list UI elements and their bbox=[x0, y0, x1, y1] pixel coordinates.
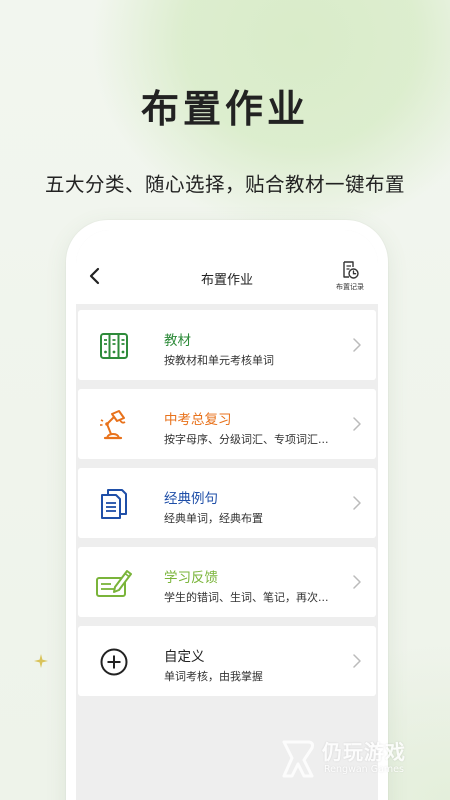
icon-container bbox=[94, 405, 134, 445]
watermark-name: 仍玩游戏 bbox=[322, 740, 406, 764]
phone-mockup: 布置作业 布置记录 教材 按教材和单元考核单词 中考总复习 按字母序、分级词汇、… bbox=[66, 220, 388, 800]
category-exam-review[interactable]: 中考总复习 按字母序、分级词汇、专项词汇... bbox=[78, 389, 376, 459]
category-desc: 单词考核，由我掌握 bbox=[164, 670, 263, 683]
category-title: 学习反馈 bbox=[164, 570, 218, 586]
icon-container bbox=[94, 484, 134, 524]
pen-note-icon bbox=[96, 570, 132, 597]
category-desc: 经典单词，经典布置 bbox=[164, 512, 263, 525]
record-label: 布置记录 bbox=[336, 283, 364, 291]
chevron-right-icon bbox=[353, 338, 361, 352]
icon-container bbox=[94, 642, 134, 682]
category-custom[interactable]: 自定义 单词考核，由我掌握 bbox=[78, 626, 376, 696]
navbar: 布置作业 布置记录 bbox=[76, 230, 378, 304]
record-button[interactable]: 布置记录 bbox=[330, 260, 370, 296]
category-title: 自定义 bbox=[164, 649, 205, 665]
category-title: 中考总复习 bbox=[164, 412, 232, 428]
category-list: 教材 按教材和单元考核单词 中考总复习 按字母序、分级词汇、专项词汇... 经典… bbox=[76, 310, 378, 705]
watermark: 仍玩游戏 Rengwan Games bbox=[272, 734, 442, 784]
documents-icon bbox=[101, 489, 127, 519]
watermark-logo-icon bbox=[282, 740, 314, 778]
document-clock-icon bbox=[343, 261, 359, 279]
chevron-right-icon bbox=[353, 654, 361, 668]
textbook-icon bbox=[100, 333, 128, 359]
category-desc: 按教材和单元考核单词 bbox=[164, 354, 274, 367]
category-title: 教材 bbox=[164, 333, 191, 349]
app-screen: 布置作业 布置记录 教材 按教材和单元考核单词 中考总复习 按字母序、分级词汇、… bbox=[76, 230, 378, 800]
sparkle-icon bbox=[34, 654, 48, 668]
plus-circle-icon bbox=[100, 648, 128, 676]
icon-container bbox=[94, 326, 134, 366]
icon-container bbox=[94, 563, 134, 603]
category-learning-feedback[interactable]: 学习反馈 学生的错词、生词、笔记，再次... bbox=[78, 547, 376, 617]
chevron-right-icon bbox=[353, 417, 361, 431]
desk-lamp-icon bbox=[100, 410, 126, 440]
category-desc: 按字母序、分级词汇、专项词汇... bbox=[164, 433, 329, 446]
promo-headline: 布置作业 bbox=[140, 87, 309, 131]
chevron-right-icon bbox=[353, 575, 361, 589]
watermark-subtitle: Rengwan Games bbox=[324, 764, 404, 775]
chevron-right-icon bbox=[353, 496, 361, 510]
promo-subline: 五大分类、随心选择，贴合教材一键布置 bbox=[44, 173, 405, 196]
category-title: 经典例句 bbox=[164, 491, 218, 507]
category-classic-sentences[interactable]: 经典例句 经典单词，经典布置 bbox=[78, 468, 376, 538]
category-desc: 学生的错词、生词、笔记，再次... bbox=[164, 591, 329, 604]
category-textbook[interactable]: 教材 按教材和单元考核单词 bbox=[78, 310, 376, 380]
